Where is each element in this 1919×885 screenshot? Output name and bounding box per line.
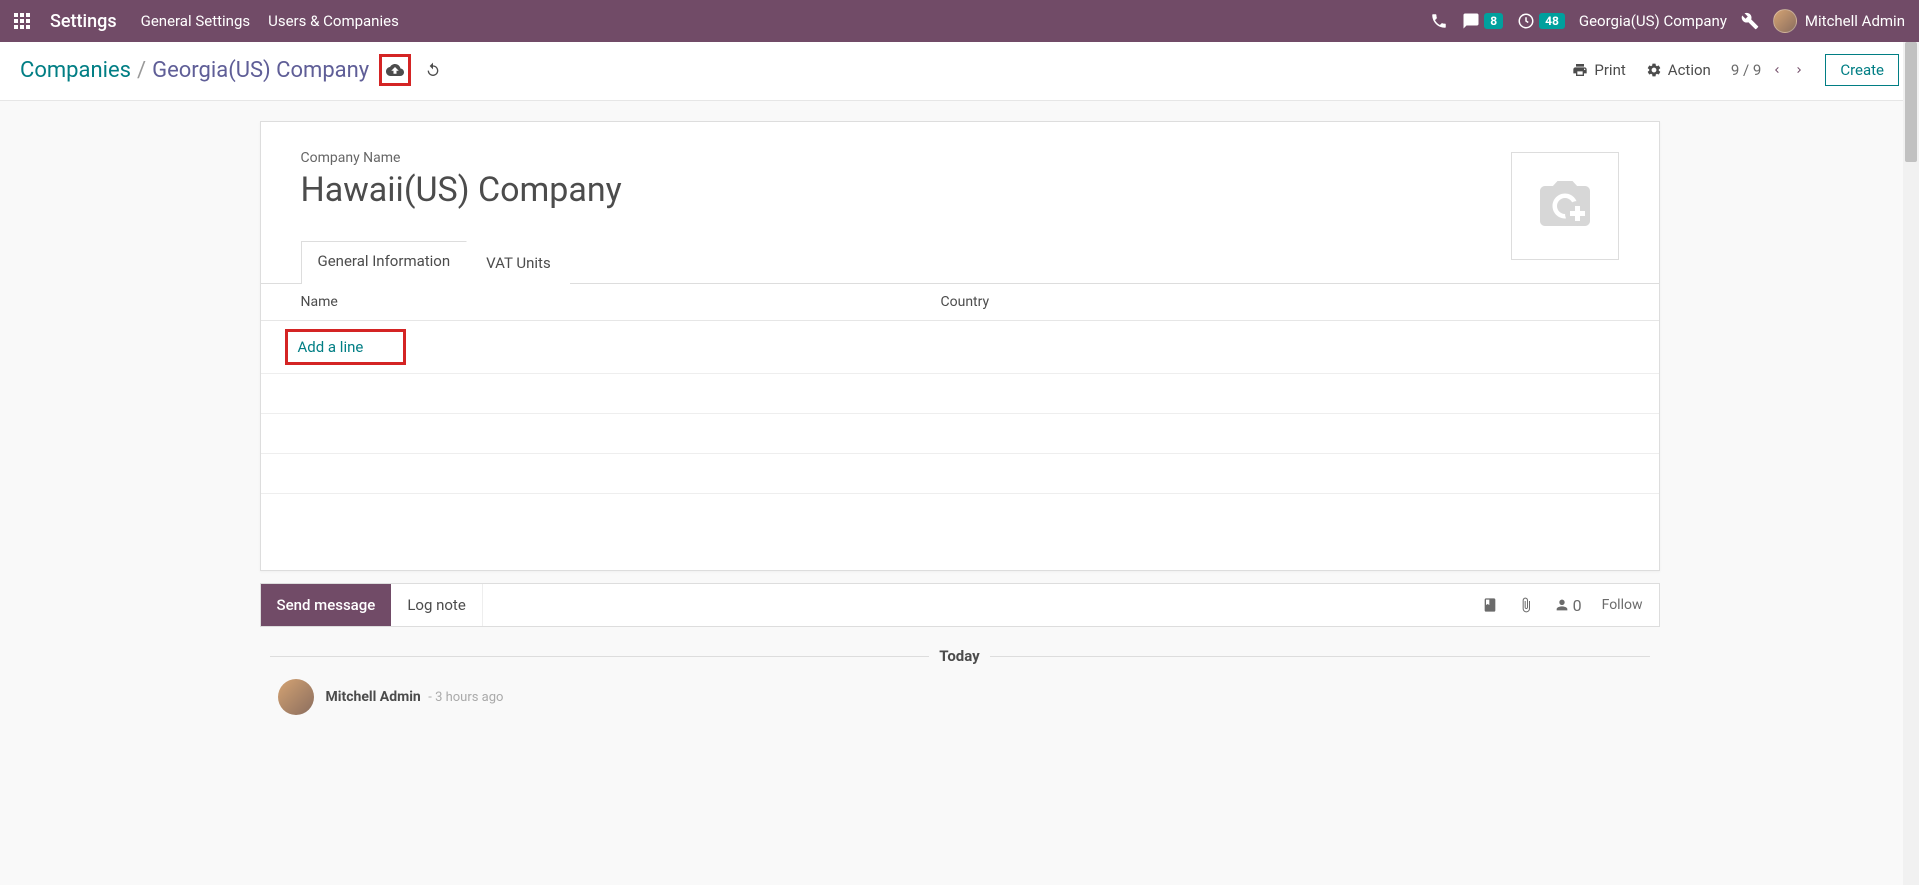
company-name-input[interactable]: Hawaii(US) Company [301, 170, 1619, 210]
message-time: - 3 hours ago [428, 690, 503, 705]
chatter-topbar: Send message Log note 0 Follow [260, 583, 1660, 627]
send-message-button[interactable]: Send message [261, 584, 392, 626]
control-bar: Companies / Georgia(US) Company Print Ac… [0, 42, 1919, 101]
breadcrumb-separator: / [137, 58, 146, 83]
follow-button[interactable]: Follow [1602, 597, 1643, 613]
messages-icon[interactable]: 8 [1462, 12, 1503, 30]
add-line-row: Add a line [261, 321, 1659, 374]
breadcrumb-companies[interactable]: Companies [20, 58, 131, 83]
avatar-icon [278, 679, 314, 715]
voip-icon[interactable] [1430, 12, 1448, 30]
nav-users-companies[interactable]: Users & Companies [268, 12, 399, 30]
tab-vat-units[interactable]: VAT Units [467, 241, 570, 284]
nav-general-settings[interactable]: General Settings [141, 12, 251, 30]
debug-icon[interactable] [1741, 12, 1759, 30]
action-button[interactable]: Action [1646, 61, 1711, 79]
today-separator: Today [260, 647, 1660, 665]
activities-badge: 48 [1539, 13, 1565, 29]
tabs: General Information VAT Units [261, 240, 1659, 284]
messages-badge: 8 [1484, 13, 1503, 29]
activities-icon[interactable]: 48 [1517, 12, 1565, 30]
followers-count[interactable]: 0 [1554, 596, 1582, 615]
control-right: Print Action 9 / 9 Create [1572, 54, 1899, 86]
add-a-line-button[interactable]: Add a line [298, 338, 364, 356]
table-row[interactable] [261, 374, 1659, 414]
avatar-icon [1773, 9, 1797, 33]
user-name-label: Mitchell Admin [1805, 12, 1905, 30]
pager-value[interactable]: 9 / 9 [1731, 61, 1762, 79]
column-country: Country [941, 294, 1619, 310]
message-row: Mitchell Admin - 3 hours ago [260, 675, 1660, 719]
image-upload-box[interactable] [1511, 152, 1619, 260]
discard-button[interactable] [417, 54, 449, 86]
pager-next[interactable] [1793, 63, 1805, 77]
apps-icon[interactable] [14, 13, 30, 29]
company-name-label: Company Name [301, 150, 1619, 166]
table-row[interactable] [261, 494, 1659, 534]
table-row[interactable] [261, 454, 1659, 494]
today-label: Today [939, 647, 979, 665]
company-switcher[interactable]: Georgia(US) Company [1579, 12, 1727, 30]
table-head: Name Country [261, 284, 1659, 321]
breadcrumb: Companies / Georgia(US) Company [20, 54, 449, 86]
chatter-right: 0 Follow [1482, 596, 1659, 615]
app-name-label[interactable]: Settings [50, 11, 117, 32]
form-sheet: Company Name Hawaii(US) Company General … [260, 121, 1660, 571]
table-row[interactable] [261, 414, 1659, 454]
main-area: Company Name Hawaii(US) Company General … [0, 101, 1919, 571]
navbar: Settings General Settings Users & Compan… [0, 0, 1919, 42]
navbar-left: Settings General Settings Users & Compan… [14, 11, 399, 32]
attachment-icon[interactable] [1518, 597, 1534, 613]
column-name: Name [301, 294, 941, 310]
print-label: Print [1594, 61, 1625, 79]
breadcrumb-current: Georgia(US) Company [152, 58, 369, 83]
followers-count-label: 0 [1573, 596, 1582, 615]
pager-prev[interactable] [1771, 63, 1783, 77]
action-label: Action [1668, 61, 1711, 79]
book-icon[interactable] [1482, 597, 1498, 613]
pager: 9 / 9 [1731, 61, 1806, 79]
scrollbar-thumb[interactable] [1905, 42, 1917, 162]
save-cloud-button[interactable] [379, 54, 411, 86]
chatter: Send message Log note 0 Follow Today Mit… [260, 583, 1660, 719]
log-note-button[interactable]: Log note [391, 584, 482, 626]
user-menu[interactable]: Mitchell Admin [1773, 9, 1905, 33]
scrollbar[interactable] [1903, 42, 1919, 885]
print-button[interactable]: Print [1572, 61, 1625, 79]
create-button[interactable]: Create [1825, 54, 1899, 86]
message-author[interactable]: Mitchell Admin [326, 689, 421, 705]
tab-general-information[interactable]: General Information [301, 241, 468, 284]
navbar-right: 8 48 Georgia(US) Company Mitchell Admin [1430, 9, 1905, 33]
